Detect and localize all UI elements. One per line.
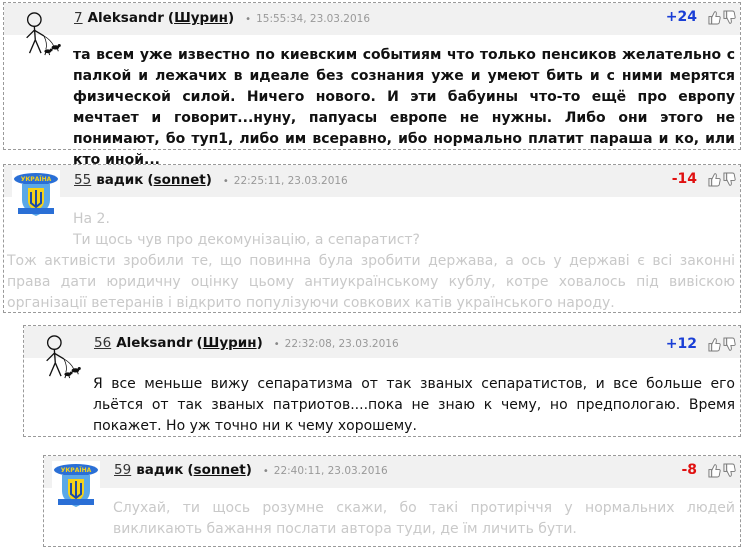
thumbs-up-icon[interactable] [708, 172, 721, 187]
vote-controls [708, 462, 736, 480]
author-nick-link[interactable]: Шурин [174, 10, 228, 26]
timestamp: 22:40:11, 23.03.2016 [273, 465, 388, 477]
vote-controls [708, 171, 736, 189]
author-nick-link[interactable]: sonnet [154, 172, 206, 188]
author-nick-link[interactable]: Шурин [203, 335, 257, 351]
comment-rating: -14 [671, 171, 697, 187]
comment: 55 вадик (sonnet) • 22:25:11, 23.03.2016… [3, 164, 741, 313]
comment-rating: -8 [681, 462, 697, 478]
comment-meta: 59 вадик (sonnet) • 22:40:11, 23.03.2016 [114, 462, 388, 478]
comment-reply: 59 вадик (sonnet) • 22:40:11, 23.03.2016… [43, 455, 741, 547]
thumbs-down-icon[interactable] [723, 463, 736, 478]
vote-controls [708, 336, 736, 354]
comment-body: та всем уже известно по киевским события… [73, 47, 735, 168]
author-name: вадик [96, 172, 144, 188]
comment-body: Я все меньше вижу сепаратизма от так зва… [93, 376, 735, 434]
author-name: Aleksandr [116, 335, 193, 351]
author-nick-link[interactable]: sonnet [194, 462, 246, 478]
author-nick-wrapper: (sonnet) [147, 172, 212, 188]
comment-number-link[interactable]: 55 [74, 172, 91, 188]
separator-dot: • [245, 14, 252, 25]
comment-rating: +12 [665, 336, 697, 352]
comment-body: На 2. Ти щось чув про декомунізацію, а с… [7, 209, 735, 314]
comment-body-line: На 2. [73, 211, 110, 227]
thumbs-up-icon[interactable] [708, 10, 721, 25]
thumbs-down-icon[interactable] [723, 337, 736, 352]
comment-body-paragraph: Тож активісти зробили те, що повинна бул… [7, 253, 735, 311]
timestamp: 22:32:08, 23.03.2016 [284, 338, 399, 350]
author-name: вадик [136, 462, 184, 478]
comment-number-link[interactable]: 59 [114, 462, 131, 478]
comment-meta: 56 Aleksandr (Шурин) • 22:32:08, 23.03.2… [94, 335, 399, 351]
comment-number-link[interactable]: 7 [74, 10, 83, 26]
comment-meta: 7 Aleksandr (Шурин) • 15:55:34, 23.03.20… [74, 10, 370, 26]
comment-body-line: Ти щось чув про декомунізацію, а сепарат… [73, 232, 420, 248]
comment-rating: +24 [665, 9, 697, 25]
thumbs-up-icon[interactable] [708, 463, 721, 478]
author-nick-wrapper: (Шурин) [167, 10, 235, 26]
thumbs-down-icon[interactable] [723, 172, 736, 187]
author-nick-wrapper: (Шурин) [196, 335, 263, 351]
comment-number-link[interactable]: 56 [94, 335, 111, 351]
separator-dot: • [262, 466, 269, 477]
timestamp: 22:25:11, 23.03.2016 [233, 175, 348, 187]
thumbs-down-icon[interactable] [723, 10, 736, 25]
author-name: Aleksandr [87, 10, 164, 26]
thumbs-up-icon[interactable] [708, 337, 721, 352]
comment: 7 Aleksandr (Шурин) • 15:55:34, 23.03.20… [3, 2, 741, 168]
comment-meta: 55 вадик (sonnet) • 22:25:11, 23.03.2016 [74, 172, 348, 188]
vote-controls [708, 9, 736, 27]
author-nick-wrapper: (sonnet) [187, 462, 252, 478]
separator-dot: • [222, 176, 229, 187]
comment-reply: 56 Aleksandr (Шурин) • 22:32:08, 23.03.2… [23, 325, 741, 437]
timestamp: 15:55:34, 23.03.2016 [256, 13, 371, 25]
comment-body: Слухай, ти щось розумне скажи, бо такі п… [113, 500, 735, 537]
separator-dot: • [273, 339, 280, 350]
